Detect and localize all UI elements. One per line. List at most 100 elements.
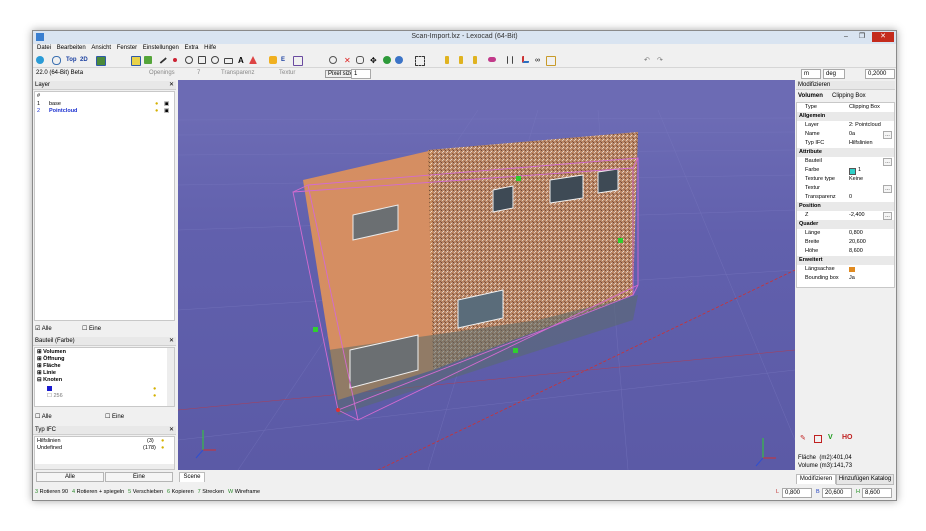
minimize-button[interactable]: – xyxy=(839,32,853,42)
binoculars-icon[interactable]: ∞ xyxy=(535,56,540,65)
menu-bearbeiten[interactable]: Bearbeiten xyxy=(57,44,86,53)
property-value[interactable]: 1 xyxy=(858,166,861,175)
property-row[interactable]: Länge 0,800 xyxy=(797,229,894,238)
color-256-item[interactable]: ☐ 256 xyxy=(47,393,63,400)
pixel-size-input[interactable]: 1 xyxy=(351,69,371,79)
v-button[interactable]: V xyxy=(828,434,833,441)
color-swatch-blue[interactable] xyxy=(47,386,52,391)
lightbulb-icon[interactable]: ● xyxy=(153,386,156,393)
property-row[interactable]: Z -2,400… xyxy=(797,211,894,220)
lightbulb-icon[interactable]: ● xyxy=(155,108,158,115)
toggle-7[interactable]: 7 xyxy=(197,70,200,76)
close-button[interactable]: ✕ xyxy=(872,32,894,42)
layer-alle-checkbox[interactable]: ☑ Alle xyxy=(35,325,52,332)
toggle-openings[interactable]: Openings xyxy=(149,70,175,76)
render-icon[interactable] xyxy=(395,56,403,64)
menu-ansicht[interactable]: Ansicht xyxy=(91,44,111,53)
property-value[interactable]: 0a xyxy=(849,130,855,139)
lock-icon[interactable]: ▣ xyxy=(164,108,169,115)
length-input[interactable]: 0,800 xyxy=(782,488,812,498)
refresh-icon[interactable] xyxy=(383,56,391,64)
tab-hinzufuegen-katalog[interactable]: Hinzufügen Katalog xyxy=(836,474,894,485)
ellipsis-button[interactable]: … xyxy=(883,158,892,166)
property-value[interactable]: Keine xyxy=(849,175,863,184)
delete-icon[interactable]: ✕ xyxy=(344,56,351,65)
pin-add-icon[interactable] xyxy=(459,56,463,64)
property-value[interactable]: -2,400 xyxy=(849,211,865,220)
property-value[interactable]: 20,600 xyxy=(849,238,866,247)
menu-datei[interactable]: Datei xyxy=(37,44,51,53)
typifc-scrollbar[interactable] xyxy=(35,464,174,469)
alle-button[interactable]: Alle xyxy=(36,472,104,482)
globe-icon[interactable] xyxy=(52,56,61,65)
property-row[interactable]: Transparenz 0 xyxy=(797,193,894,202)
move-icon[interactable]: ✥ xyxy=(370,56,377,65)
property-row[interactable]: Bounding box Ja xyxy=(797,274,894,283)
panel-close-icon[interactable]: ✕ xyxy=(169,81,174,89)
dimension-icon[interactable] xyxy=(249,56,257,64)
shield-icon[interactable] xyxy=(36,56,44,64)
tree-item-flaeche[interactable]: ⊞ Fläche xyxy=(37,363,61,370)
select-icon[interactable] xyxy=(131,56,141,66)
scene-canvas[interactable] xyxy=(178,80,795,470)
bauteil-alle-checkbox[interactable]: ☐ Alle xyxy=(35,413,52,420)
property-value[interactable]: 8,600 xyxy=(849,247,863,256)
property-value[interactable]: 0,800 xyxy=(849,229,863,238)
menu-fenster[interactable]: Fenster xyxy=(117,44,137,53)
maximize-button[interactable]: ❐ xyxy=(855,32,869,42)
fit-view-icon[interactable] xyxy=(415,56,425,66)
top-view-button[interactable]: Top xyxy=(66,56,77,65)
clipping-corner-point[interactable] xyxy=(336,408,340,412)
menu-hilfe[interactable]: Hilfe xyxy=(204,44,216,53)
length-unit-select[interactable]: m xyxy=(801,69,821,79)
toggle-transparenz[interactable]: Transparenz xyxy=(221,70,254,76)
clipping-handle-left[interactable] xyxy=(313,327,318,332)
property-row[interactable]: Texture type Keine xyxy=(797,175,894,184)
text-tool-icon[interactable]: A xyxy=(238,56,244,65)
lock-icon[interactable] xyxy=(269,56,277,64)
panel-close-icon[interactable]: ✕ xyxy=(169,337,174,345)
clipping-handle-front[interactable] xyxy=(513,348,518,353)
axis-icon[interactable] xyxy=(522,56,529,63)
tab-modifizieren[interactable]: Modifizieren xyxy=(796,474,836,484)
square-icon[interactable] xyxy=(814,435,822,443)
pin-edit-icon[interactable] xyxy=(473,56,477,64)
property-value[interactable]: Ja xyxy=(849,274,855,283)
height-input[interactable]: 8,600 xyxy=(862,488,892,498)
layer-tool-icon[interactable] xyxy=(293,56,303,66)
pencil-icon[interactable]: ✎ xyxy=(800,434,806,442)
eine-button[interactable]: Eine xyxy=(105,472,173,482)
property-row[interactable]: Farbe 1 xyxy=(797,166,894,175)
bauteil-eine-checkbox[interactable]: ☐ Eine xyxy=(105,413,124,420)
axis-direction-icon[interactable] xyxy=(849,267,855,272)
lightbulb-icon[interactable]: ● xyxy=(155,101,158,108)
pattern-icon[interactable] xyxy=(488,57,496,62)
menu-extra[interactable]: Extra xyxy=(184,44,198,53)
split-icon[interactable] xyxy=(507,56,513,64)
rectangle-tool-icon[interactable] xyxy=(224,58,233,64)
line-tool-icon[interactable] xyxy=(157,54,167,64)
clipping-handle-right[interactable] xyxy=(618,238,623,243)
property-value[interactable]: 2: Pointcloud xyxy=(849,121,881,130)
bauteil-scrollbar[interactable] xyxy=(167,348,174,406)
tree-item-volumen[interactable]: ⊞ Volumen xyxy=(37,349,66,356)
property-row[interactable]: Bauteil… xyxy=(797,157,894,166)
ellipsis-button[interactable]: … xyxy=(883,185,892,193)
redo-icon[interactable]: ↷ xyxy=(657,56,663,65)
frame-icon[interactable] xyxy=(546,56,556,66)
tab-scene[interactable]: Scene xyxy=(179,472,205,482)
property-value[interactable]: 0 xyxy=(849,193,852,202)
3d-viewport[interactable] xyxy=(178,80,795,470)
property-row[interactable]: Name 0a… xyxy=(797,130,894,139)
point-tool-icon[interactable] xyxy=(173,58,177,62)
circle-tool-icon[interactable] xyxy=(211,56,219,64)
snap-value-input[interactable]: 0,2000 xyxy=(865,69,895,79)
lock-icon[interactable]: ▣ xyxy=(164,101,169,108)
property-row[interactable]: Längsachse xyxy=(797,265,894,274)
ellipsis-button[interactable]: … xyxy=(883,131,892,139)
property-row[interactable]: Layer 2: Pointcloud xyxy=(797,121,894,130)
lightbulb-icon[interactable]: ● xyxy=(161,445,164,452)
cube-icon[interactable] xyxy=(144,56,152,64)
3d-view-icon[interactable] xyxy=(96,56,106,66)
ho-button[interactable]: HO xyxy=(842,434,853,441)
